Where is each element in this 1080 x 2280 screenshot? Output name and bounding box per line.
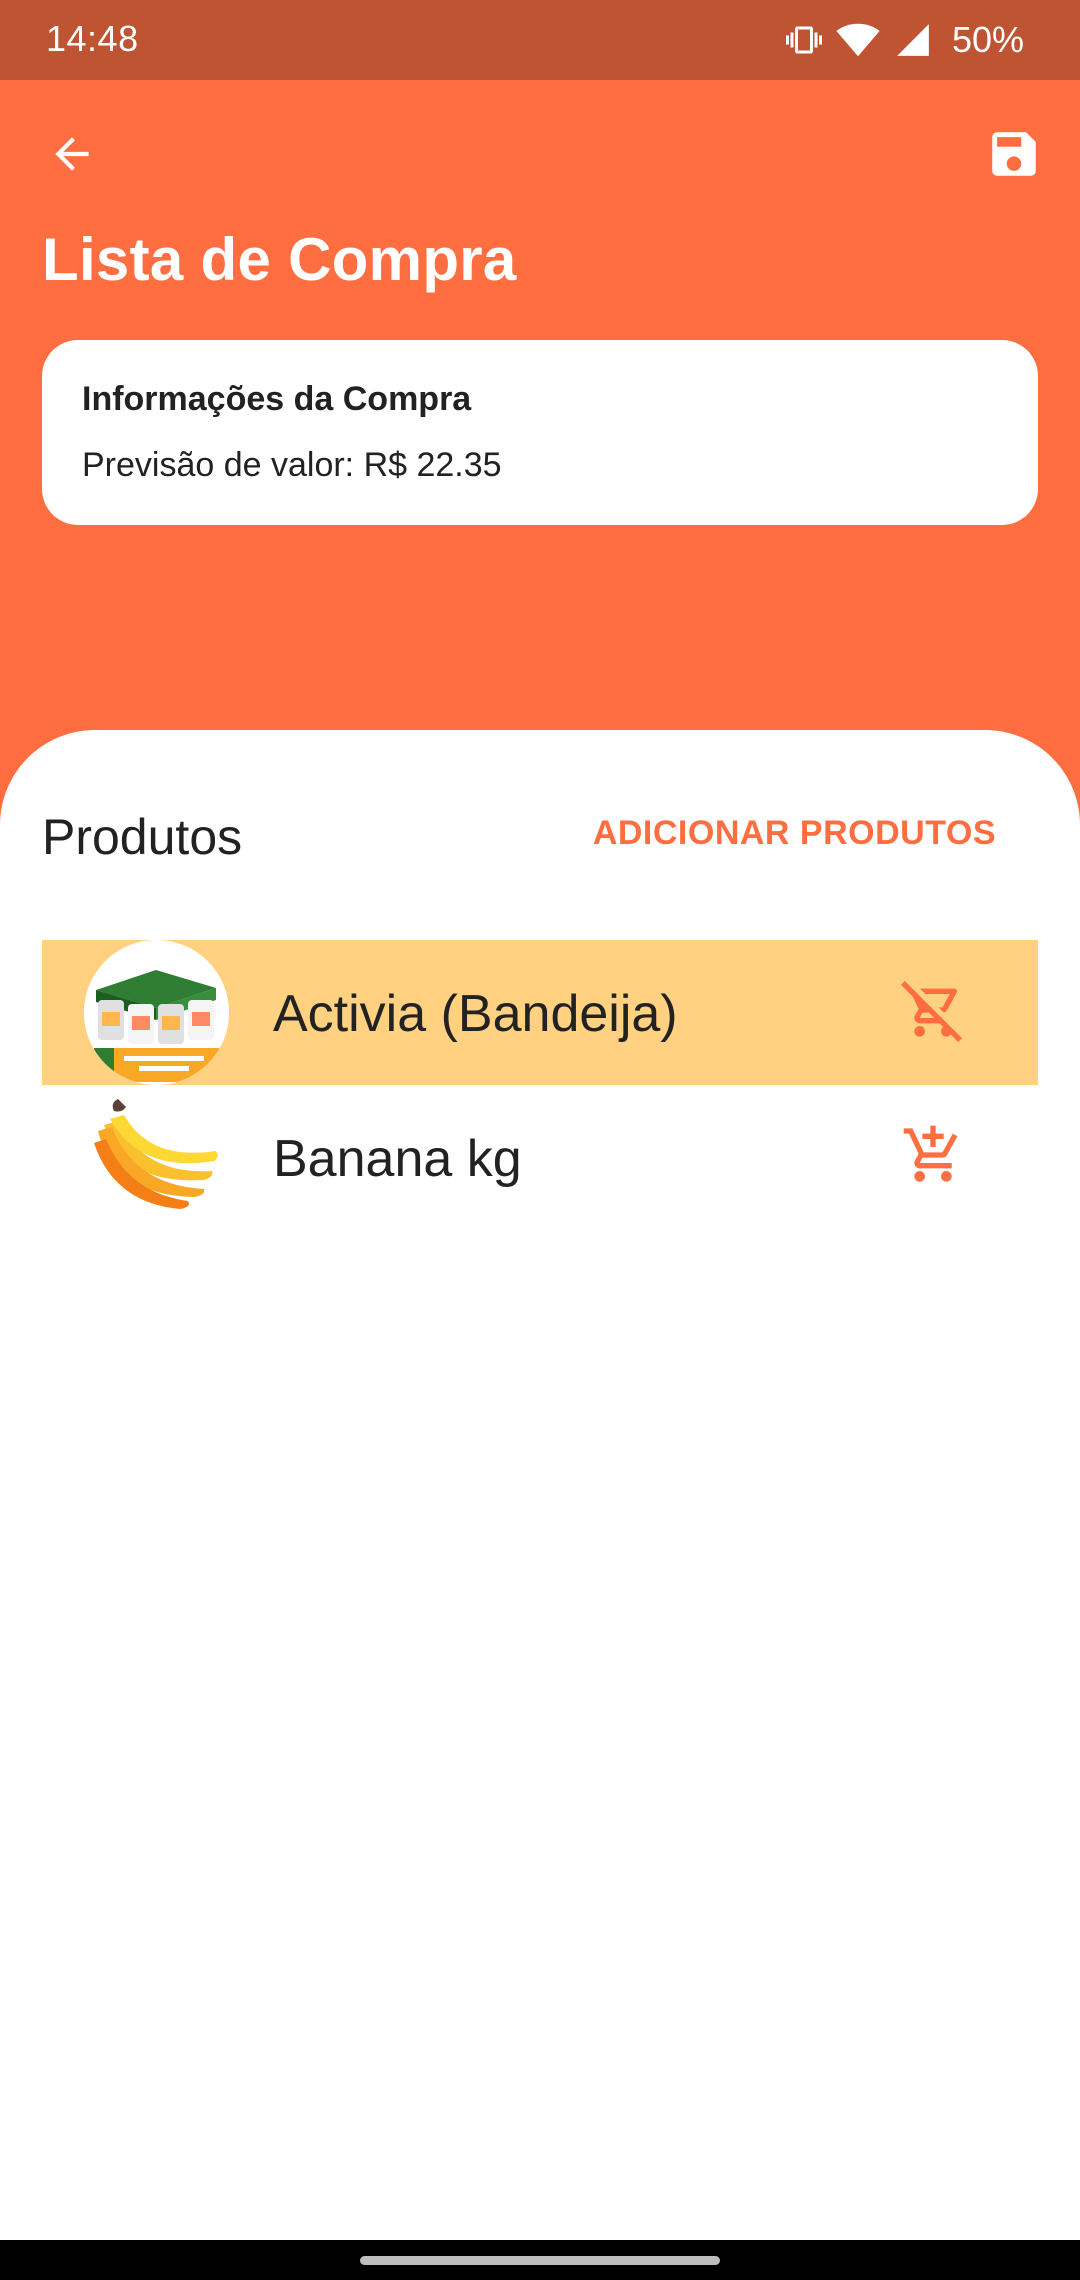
add-products-button[interactable]: ADICIONAR PRODUTOS (593, 814, 996, 853)
purchase-info-card: Informações da Compra Previsão de valor:… (42, 340, 1038, 525)
back-button[interactable] (36, 120, 108, 192)
products-sheet: Produtos ADICIONAR PRODUTOS Activia (Ban… (0, 730, 1080, 2240)
add-to-cart-button[interactable] (897, 1121, 969, 1193)
page-title: Lista de Compra (42, 226, 517, 293)
arrow-back-icon (47, 129, 97, 184)
product-list-item[interactable]: Banana kg (42, 1085, 1038, 1230)
cell-signal-icon (894, 21, 932, 59)
estimated-value: Previsão de valor: R$ 22.35 (82, 446, 502, 484)
status-icons: 50% (785, 16, 1024, 64)
system-navigation-bar (0, 2240, 1080, 2280)
remove-from-cart-icon (901, 978, 965, 1047)
vibrate-icon (785, 22, 822, 58)
home-indicator[interactable] (360, 2256, 720, 2265)
product-list-item[interactable]: Activia (Bandeija) (42, 940, 1038, 1085)
add-to-cart-icon (901, 1123, 965, 1192)
products-section-title: Produtos (42, 809, 243, 865)
info-card-title: Informações da Compra (82, 380, 472, 418)
status-bar: 14:48 50% (0, 0, 1080, 80)
floppy-save-icon (985, 125, 1043, 188)
save-button[interactable] (978, 120, 1050, 192)
app-bar (0, 80, 1080, 230)
product-image (84, 940, 229, 1085)
status-time: 14:48 (46, 18, 139, 59)
product-name: Banana kg (273, 1130, 522, 1188)
product-image (84, 1085, 229, 1230)
product-name: Activia (Bandeija) (273, 985, 678, 1043)
remove-from-cart-button[interactable] (897, 976, 969, 1048)
battery-percentage: 50% (951, 19, 1024, 60)
wifi-icon (836, 22, 880, 58)
